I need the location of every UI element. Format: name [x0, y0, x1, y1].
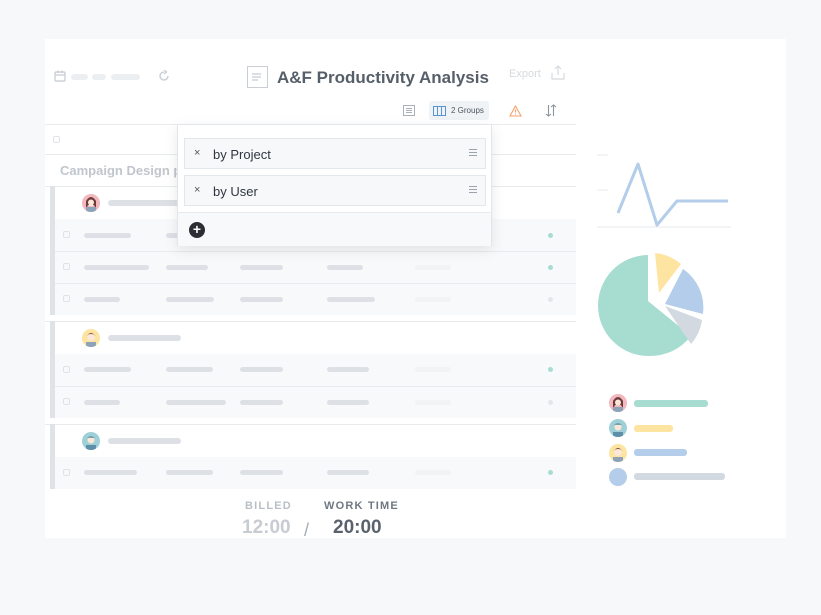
group-by-popup: × by Project × by User + [177, 124, 492, 246]
cell-placeholder [84, 265, 149, 270]
status-dot [548, 367, 553, 372]
cell-placeholder [166, 470, 213, 475]
cell-placeholder [166, 265, 208, 270]
status-dot [548, 470, 553, 475]
plus-icon[interactable]: + [189, 222, 205, 238]
page-title: A&F Productivity Analysis [277, 68, 489, 87]
select-all-checkbox[interactable] [53, 136, 60, 143]
row-checkbox[interactable] [63, 398, 70, 405]
legend-bar [634, 449, 687, 456]
date-range-placeholder[interactable] [71, 74, 88, 80]
cell-placeholder [327, 297, 375, 302]
divider [45, 321, 576, 322]
avatar [82, 194, 100, 212]
group-item-label: by Project [213, 147, 271, 162]
cell-placeholder [415, 367, 451, 372]
work-time-label: WORK TIME [324, 500, 399, 512]
billed-value: 12:00 [242, 517, 291, 538]
groups-button[interactable]: 2 Groups [429, 101, 489, 120]
cell-placeholder [240, 297, 283, 302]
drag-handle-icon[interactable] [469, 149, 477, 156]
table-row[interactable] [55, 354, 576, 386]
billed-label: BILLED [245, 500, 292, 512]
row-checkbox[interactable] [63, 295, 70, 302]
legend-bar [634, 400, 708, 407]
avatar [609, 468, 627, 486]
refresh-icon[interactable] [158, 70, 170, 82]
cell-placeholder [240, 367, 283, 372]
cell-placeholder [166, 367, 213, 372]
cell-placeholder [327, 367, 369, 372]
user-name-placeholder [108, 438, 181, 444]
status-dot [548, 233, 553, 238]
row-checkbox[interactable] [63, 366, 70, 373]
user-name-placeholder [108, 200, 188, 206]
group-item-label: by User [213, 184, 258, 199]
user-name-placeholder [108, 335, 181, 341]
cell-placeholder [415, 297, 451, 302]
row-checkbox[interactable] [63, 469, 70, 476]
group-item-user[interactable]: × by User [184, 175, 486, 206]
row-checkbox[interactable] [63, 231, 70, 238]
table-row[interactable] [55, 284, 576, 315]
avatar [609, 444, 627, 462]
cell-placeholder [84, 233, 131, 238]
document-icon [247, 66, 268, 88]
sort-icon[interactable] [545, 104, 557, 117]
status-dot [548, 265, 553, 270]
cell-placeholder [84, 400, 120, 405]
cell-placeholder [166, 297, 214, 302]
cell-placeholder [84, 297, 120, 302]
avatar [609, 394, 627, 412]
legend-bar [634, 425, 673, 432]
pie-chart [597, 253, 704, 357]
cell-placeholder [327, 265, 363, 270]
avatar [82, 329, 100, 347]
list-icon[interactable] [403, 105, 415, 116]
cell-placeholder [415, 400, 451, 405]
group-item-project[interactable]: × by Project [184, 138, 486, 169]
drag-handle-icon[interactable] [469, 186, 477, 193]
cell-placeholder [240, 470, 283, 475]
section-title: Campaign Design p [60, 163, 182, 178]
cell-placeholder [166, 400, 226, 405]
work-time-value: 20:00 [333, 517, 382, 538]
avatar [609, 419, 627, 437]
warning-icon[interactable] [509, 105, 522, 117]
date-range-placeholder[interactable] [92, 74, 106, 80]
columns-icon [433, 106, 446, 116]
divider [45, 424, 576, 425]
report-card: A&F Productivity Analysis Export 2 Group… [45, 39, 786, 540]
close-icon[interactable]: × [194, 184, 200, 196]
cell-placeholder [240, 265, 283, 270]
export-icon [551, 65, 565, 80]
calendar-icon[interactable] [54, 70, 66, 82]
legend-bar [634, 473, 725, 480]
cell-placeholder [327, 400, 369, 405]
cell-placeholder [84, 367, 131, 372]
status-dot [548, 400, 553, 405]
table-row[interactable] [55, 387, 576, 418]
status-dot [548, 297, 553, 302]
avatar [82, 432, 100, 450]
popup-footer: + [178, 212, 491, 246]
line-chart [597, 154, 731, 228]
cell-placeholder [327, 470, 369, 475]
date-range-placeholder[interactable] [111, 74, 140, 80]
cell-placeholder [240, 400, 283, 405]
cell-placeholder [84, 470, 137, 475]
cell-placeholder [415, 265, 451, 270]
cell-placeholder [415, 470, 451, 475]
totals-separator: / [304, 520, 310, 540]
export-button[interactable]: Export [500, 63, 566, 86]
row-checkbox[interactable] [63, 263, 70, 270]
close-icon[interactable]: × [194, 147, 200, 159]
